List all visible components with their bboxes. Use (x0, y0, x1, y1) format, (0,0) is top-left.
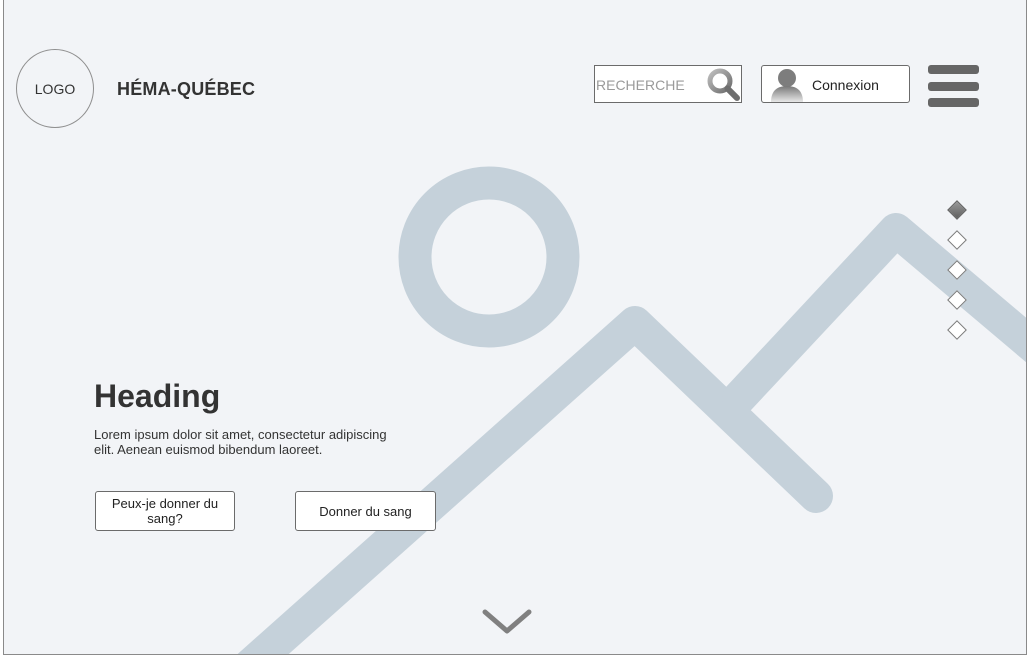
carousel-dot-2[interactable] (947, 230, 967, 250)
logo[interactable]: LOGO (16, 49, 94, 128)
brand-name: HÉMA-QUÉBEC (117, 79, 256, 99)
login-button[interactable]: Connexion (761, 65, 910, 103)
carousel-dot-3[interactable] (947, 260, 967, 280)
hero-text: Lorem ipsum dolor sit amet, consectetur … (94, 427, 387, 457)
carousel-dot-5[interactable] (947, 320, 967, 340)
hamburger-menu-icon[interactable] (928, 65, 979, 109)
search-icon[interactable] (707, 68, 741, 102)
user-avatar-icon (771, 69, 803, 102)
page-frame: LOGO HÉMA-QUÉBEC C (3, 0, 1027, 655)
login-label: Connexion (812, 77, 879, 93)
eligibility-button[interactable]: Peux-je donner du sang? (95, 491, 235, 531)
hero-heading: Heading (94, 378, 221, 414)
carousel-indicators (946, 199, 968, 344)
search-input[interactable] (596, 75, 702, 95)
carousel-dot-4[interactable] (947, 290, 967, 310)
donate-button[interactable]: Donner du sang (295, 491, 436, 531)
search-box (594, 65, 742, 103)
logo-text: LOGO (34, 80, 76, 97)
carousel-dot-1[interactable] (947, 200, 967, 220)
chevron-down-icon[interactable] (482, 608, 532, 636)
